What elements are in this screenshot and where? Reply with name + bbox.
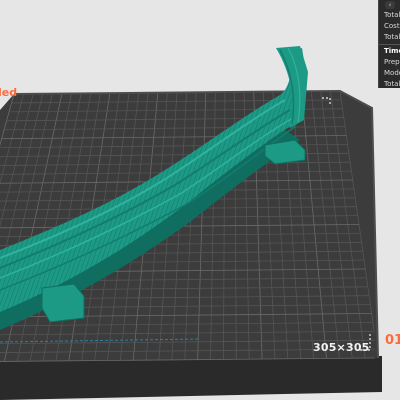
3d-viewport[interactable] — [0, 0, 400, 400]
stat-row-model: Model — [384, 69, 400, 77]
support-tab-right — [264, 139, 306, 165]
stat-row-total: Total — [384, 11, 400, 19]
plate-size-label: 305×305 — [313, 341, 370, 354]
plate-label-left: led — [0, 86, 18, 99]
stat-row-cost: Cost: — [384, 22, 400, 30]
collapse-chevron-icon[interactable]: ‹ — [385, 1, 395, 9]
support-tab-left — [41, 283, 85, 323]
build-plate-base — [0, 356, 382, 400]
stats-divider — [379, 44, 400, 45]
stat-row-total-2: Total — [384, 33, 400, 41]
slice-stats-panel: ‹ Total Cost: Total Time Prepa Model Tot… — [378, 0, 400, 88]
stat-row-total-time: Total — [384, 80, 400, 88]
plate-label-right: 01 — [385, 333, 400, 348]
time-heading: Time — [384, 47, 400, 55]
stat-row-prepare: Prepa — [384, 58, 400, 66]
